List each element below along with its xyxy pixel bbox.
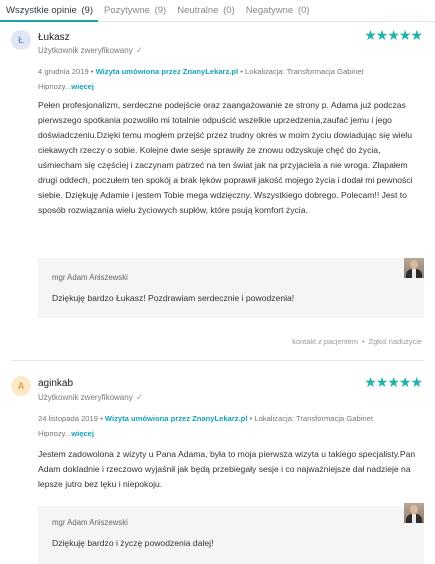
tab-label: Wszystkie opinie: [6, 5, 77, 16]
bullet-icon: •: [362, 337, 365, 346]
visit-source: Wizyta umówiona przez ZnanyLekarz.pl: [95, 67, 239, 76]
review-date: 4 grudnia 2019: [38, 67, 89, 76]
doctor-photo: [404, 258, 424, 278]
reply-text: Dziękuję bardzo i życzę powodzenia dalej…: [52, 538, 214, 548]
review-date: 24 listopada 2019: [38, 414, 98, 423]
check-icon: ✓: [135, 392, 144, 402]
review-meta: 4 grudnia 2019 • Wizyta umówiona przez Z…: [38, 67, 364, 76]
more-link[interactable]: więcej: [71, 429, 94, 438]
verified-label: Użytkownik zweryfikowany: [38, 393, 133, 402]
tab-positive[interactable]: Pozytywne (9): [98, 0, 171, 22]
tab-label: Neutralne: [177, 5, 219, 16]
doctor-reply: mgr Adam Aniszewski Dziękuję bardzo i ży…: [38, 506, 424, 564]
review-filter-tabs: Wszystkie opinie (9) Pozytywne (9) Neutr…: [0, 0, 435, 22]
tab-count: (0): [297, 5, 310, 16]
review-text: Pełen profesjonalizm, serdeczne podejści…: [38, 100, 413, 215]
review-meta-cont: Hipnozy...więcej: [38, 82, 94, 91]
verified-badge: Użytkownik zweryfikowany ✓: [38, 45, 143, 56]
review-meta: 24 listopada 2019 • Wizyta umówiona prze…: [38, 414, 373, 423]
tab-count: (9): [154, 5, 167, 16]
review-location-cont: Hipnozy...: [38, 429, 72, 438]
reply-text: Dziękuję bardzo Łukasz! Pozdrawiam serde…: [52, 293, 295, 303]
review-author: Łukasz: [38, 32, 70, 43]
tab-count: (9): [81, 5, 94, 16]
review-location: Lokalizacja: Transformacja Gabinet: [254, 414, 373, 423]
star-rating: ★★★★★: [364, 27, 423, 43]
tab-label: Negatywne: [245, 5, 294, 16]
review-meta-cont: Hipnozy...więcej: [38, 429, 94, 438]
report-abuse-link[interactable]: Zgłoś nadużycie: [369, 337, 422, 346]
tab-label: Pozytywne: [104, 5, 150, 16]
tab-negative[interactable]: Negatywne (0): [240, 0, 315, 22]
review-location: Lokalizacja: Transformacja Gabinet: [245, 67, 364, 76]
contact-patient-link[interactable]: kontakt z pacjentem: [292, 337, 358, 346]
reply-author: mgr Adam Aniszewski: [52, 273, 128, 282]
doctor-reply: mgr Adam Aniszewski Dziękuję bardzo Łuka…: [38, 258, 424, 318]
tab-all-reviews[interactable]: Wszystkie opinie (9): [0, 0, 99, 22]
tab-count: (0): [223, 5, 235, 16]
verified-badge: Użytkownik zweryfikowany ✓: [38, 392, 143, 403]
avatar: Ł: [11, 30, 31, 50]
verified-label: Użytkownik zweryfikowany: [38, 46, 133, 55]
more-link[interactable]: więcej: [71, 82, 94, 91]
review-author: aginkab: [38, 378, 74, 389]
review-text: Jestem zadowolona z wizyty u Pana Adama,…: [38, 449, 416, 489]
divider: [11, 360, 424, 361]
star-rating: ★★★★★: [364, 374, 423, 390]
tab-neutral[interactable]: Neutralne (0): [171, 0, 239, 22]
avatar: A: [11, 376, 31, 396]
visit-source: Wizyta umówiona przez ZnanyLekarz.pl: [104, 414, 248, 423]
review-footer-links: kontakt z pacjentem • Zgłoś nadużycie: [292, 337, 422, 346]
reply-author: mgr Adam Aniszewski: [52, 518, 128, 527]
check-icon: ✓: [135, 45, 144, 55]
doctor-photo: [404, 503, 424, 523]
review-location-cont: Hipnozy...: [38, 82, 72, 91]
